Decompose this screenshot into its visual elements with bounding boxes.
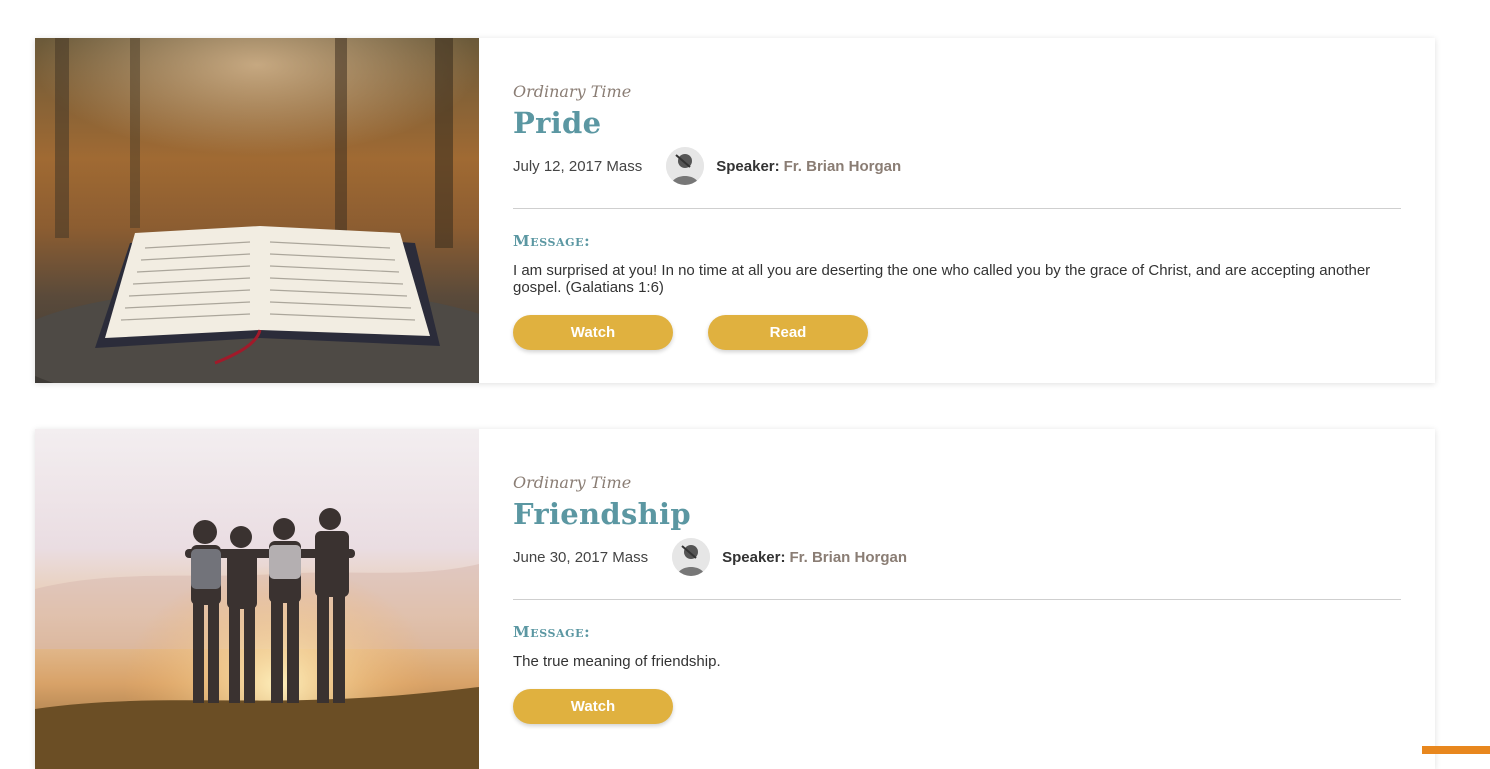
sermon-content: Ordinary Time Friendship June 30, 2017 M… <box>479 429 1435 769</box>
sermon-date: June 30, 2017 Mass <box>513 548 649 566</box>
floating-tab[interactable] <box>1422 746 1490 754</box>
sermon-image-friends[interactable] <box>35 429 479 769</box>
sermon-meta: June 30, 2017 Mass Speaker: Fr. Brian Ho… <box>513 537 907 577</box>
sermon-card: Ordinary Time Pride July 12, 2017 Mass S… <box>35 38 1435 383</box>
watch-button[interactable]: Watch <box>513 315 673 350</box>
sermon-card: Ordinary Time Friendship June 30, 2017 M… <box>35 429 1435 769</box>
speaker-label: Speaker: <box>722 548 786 566</box>
speaker-name-link[interactable]: Fr. Brian Horgan <box>784 158 902 175</box>
message-label: Message: <box>513 623 591 641</box>
sermon-meta: July 12, 2017 Mass Speaker: Fr. Brian Ho… <box>513 146 901 186</box>
speaker-avatar <box>666 147 705 185</box>
speaker-name-link[interactable]: Fr. Brian Horgan <box>789 549 907 566</box>
read-button[interactable]: Read <box>708 315 868 350</box>
speaker-label: Speaker: <box>716 157 780 175</box>
sermon-date: July 12, 2017 Mass <box>513 157 643 175</box>
message-text: The true meaning of friendship. <box>513 653 721 670</box>
divider <box>513 208 1401 209</box>
action-buttons: Watch Read <box>513 315 868 350</box>
divider <box>513 599 1401 600</box>
season-label: Ordinary Time <box>513 473 632 492</box>
speaker-avatar <box>672 538 711 576</box>
sermon-image-bible[interactable] <box>35 38 479 383</box>
sermon-content: Ordinary Time Pride July 12, 2017 Mass S… <box>479 38 1435 383</box>
message-text: I am surprised at you! In no time at all… <box>513 262 1371 296</box>
sermon-title[interactable]: Pride <box>513 106 601 140</box>
message-label: Message: <box>513 232 591 250</box>
watch-button[interactable]: Watch <box>513 689 673 724</box>
sermon-title[interactable]: Friendship <box>513 497 691 531</box>
season-label: Ordinary Time <box>513 82 632 101</box>
action-buttons: Watch <box>513 689 673 724</box>
